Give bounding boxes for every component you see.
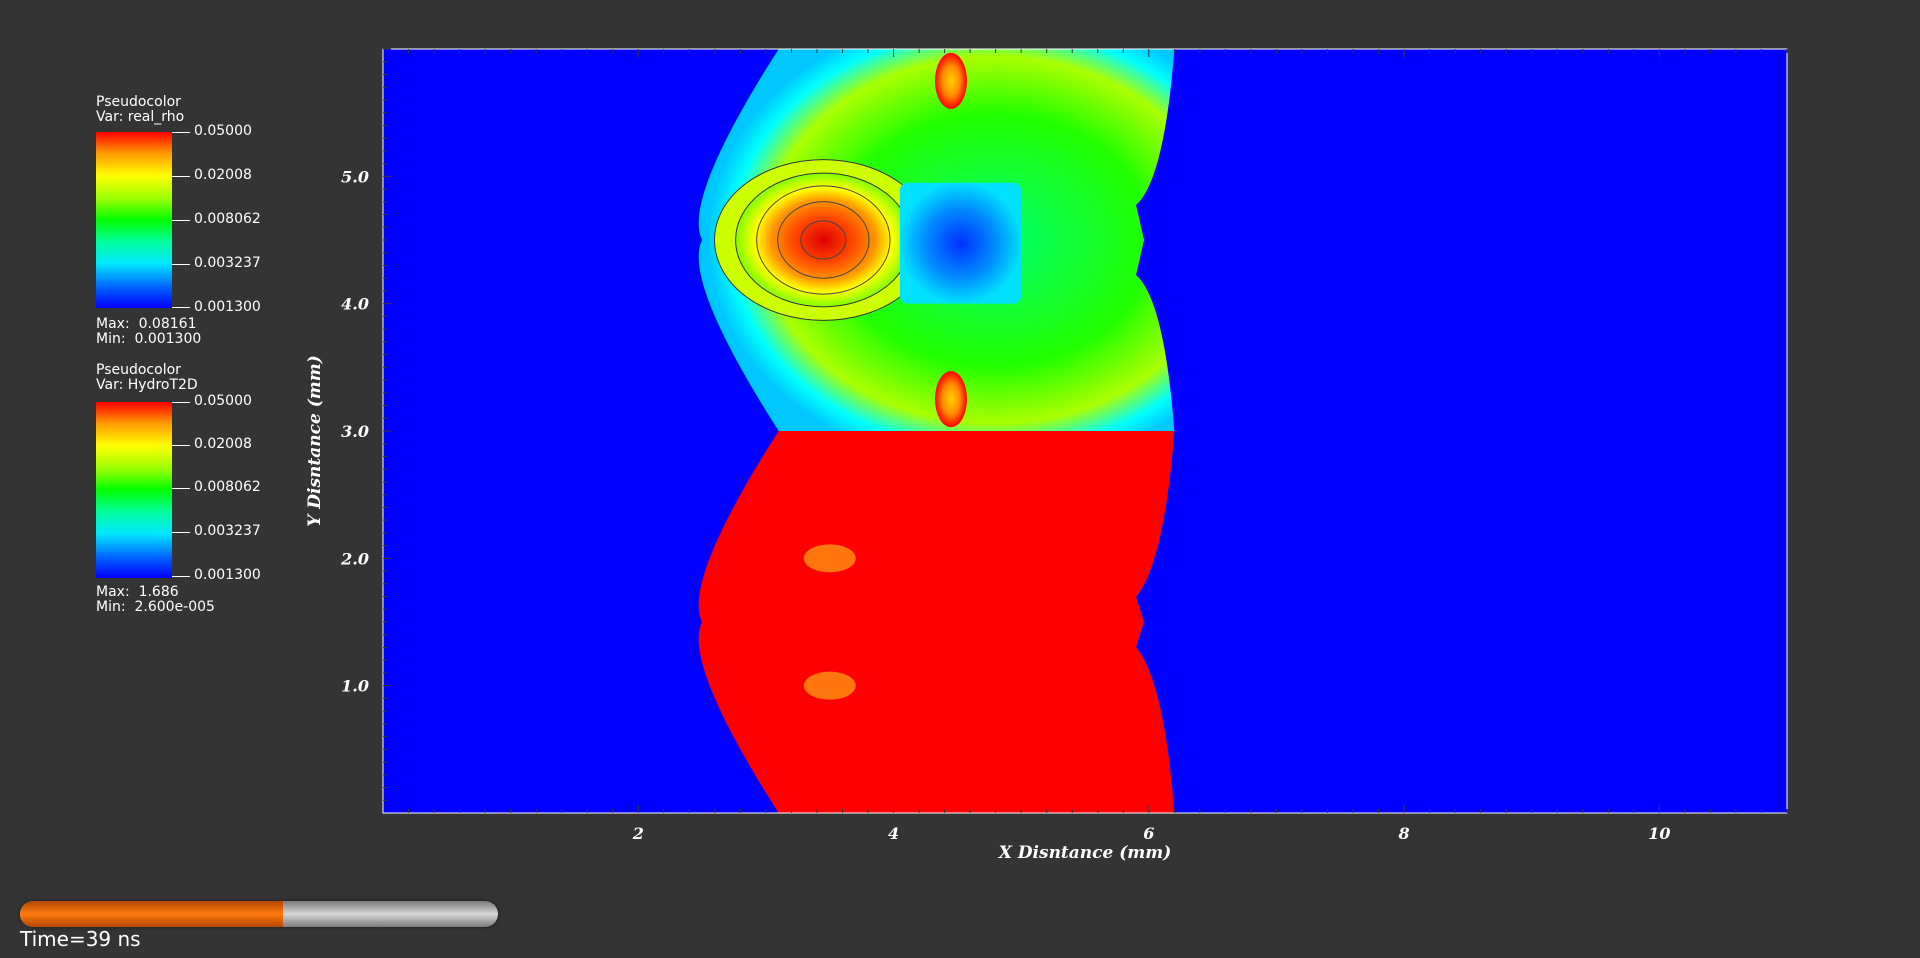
lower-field-hydrot2d — [698, 431, 1175, 813]
pseudocolor-plot[interactable]: 2 4 6 8 10 1.02.03.04.05.0 X Disntance (mm) … — [0, 0, 1920, 958]
y-axis-title: Y Disntance (mm) — [305, 355, 325, 527]
y-tick-label: 2.0 — [340, 549, 369, 568]
time-slider[interactable] — [20, 901, 498, 927]
time-slider-fill — [20, 901, 283, 927]
temperature-hotspot — [803, 544, 856, 573]
temperature-shell — [698, 431, 1175, 813]
y-tick-label: 4.0 — [341, 295, 369, 314]
density-hotspot — [934, 371, 967, 428]
y-tick-label: 1.0 — [341, 677, 369, 696]
x-tick-label: 6 — [1143, 824, 1154, 843]
x-tick-label: 4 — [888, 824, 899, 843]
low-density-void — [899, 182, 1022, 304]
density-core — [735, 172, 912, 308]
density-hotspot — [934, 52, 967, 109]
upper-field-real-rho — [698, 49, 1175, 431]
x-tick-label: 2 — [632, 824, 644, 843]
x-tick-label: 10 — [1648, 824, 1670, 843]
y-tick-label: 5.0 — [341, 167, 369, 186]
x-axis-title: X Disntance (mm) — [998, 843, 1172, 863]
temperature-hotspot — [803, 671, 856, 700]
x-tick-label: 8 — [1398, 824, 1410, 843]
y-tick-label: 3.0 — [341, 422, 369, 441]
time-label: Time=39 ns — [20, 927, 141, 951]
